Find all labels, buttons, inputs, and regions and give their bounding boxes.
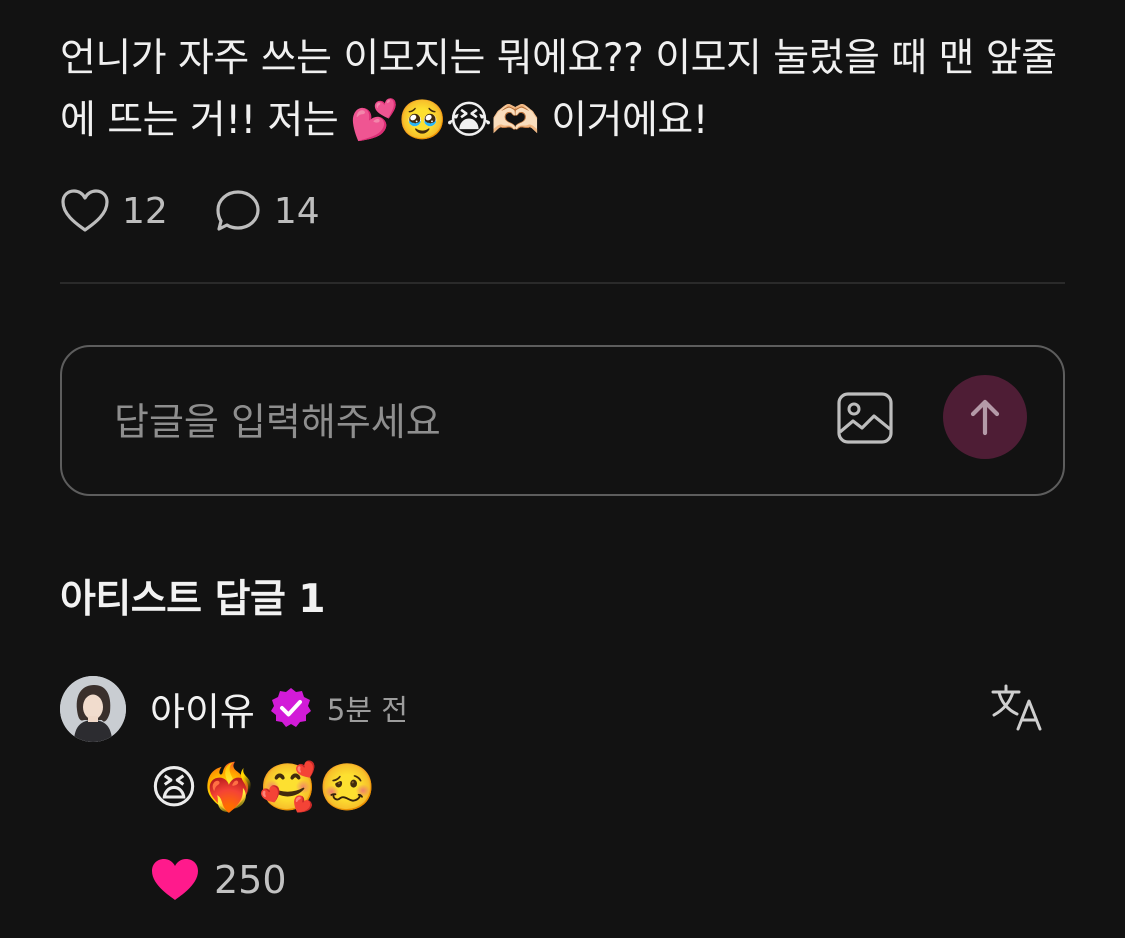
send-button[interactable] [943,375,1027,459]
post-comment-button[interactable]: 14 [214,188,320,234]
reply-like-button[interactable]: 250 [150,854,287,906]
comment-bubble-icon [216,190,260,231]
reply-header: 아이유 5분 전 [150,682,408,734]
divider [60,282,1065,284]
post-body: 언니가 자주 쓰는 이모지는 뭐에요?? 이모지 눌렀을 때 맨 앞줄에 뜨는 … [60,36,1057,143]
reply-like-count: 250 [214,858,287,902]
heart-filled-icon [152,859,198,900]
heart-outline-icon [61,189,109,232]
post-like-button[interactable]: 12 [60,188,168,234]
reply-input[interactable] [112,391,796,453]
author-name[interactable]: 아이유 [150,681,255,736]
reply-composer [60,345,1065,496]
arrow-up-icon [970,399,1000,436]
translate-button[interactable] [990,684,1046,732]
reply-timestamp: 5분 전 [326,693,408,727]
avatar-image [60,676,126,742]
translate-icon [991,684,1042,731]
post-comment-count: 14 [273,190,320,232]
image-icon [837,392,893,444]
post-detail-screen: 언니가 자주 쓰는 이모지는 뭐에요?? 이모지 눌렀을 때 맨 앞줄에 뜨는 … [0,0,1125,938]
reply-content: 😫❤️‍🔥🥰🥴 [150,760,378,814]
avatar[interactable] [60,676,126,742]
post-stats: 12 14 [60,186,366,236]
verified-badge-icon [270,688,311,727]
attach-image-button[interactable] [836,391,894,445]
artist-replies-title: 아티스트 답글 1 [60,577,326,622]
post-like-count: 12 [122,190,168,232]
